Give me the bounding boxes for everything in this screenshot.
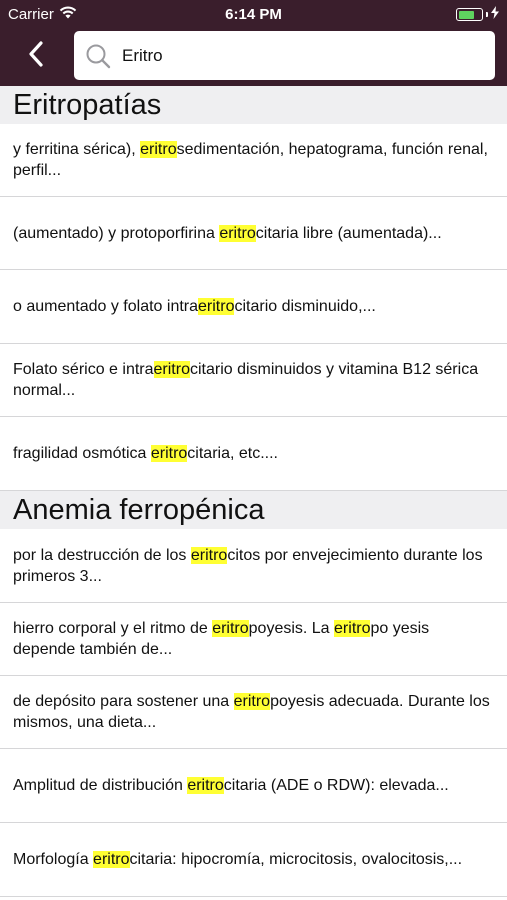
result-snippet: Amplitud de distribución eritrocitaria (…	[13, 775, 449, 796]
result-snippet: o aumentado y folato intraeritrocitario …	[13, 296, 376, 317]
snippet-text: (aumentado) y protoporfirina	[13, 224, 220, 242]
snippet-text: citaria: hipocromía, microcitosis, ovalo…	[129, 851, 463, 868]
snippet-text: de depósito para sostener una	[13, 693, 234, 710]
snippet-text: poyesis. La	[248, 620, 335, 637]
search-results: Eritropatías y ferritina sérica), eritros…	[0, 86, 507, 897]
result-row[interactable]: Folato sérico e intraeritrocitario dismi…	[0, 344, 507, 417]
search-field[interactable]: Eritro	[74, 31, 495, 80]
search-icon	[84, 42, 112, 70]
result-row[interactable]: de depósito para sostener una eritropoye…	[0, 676, 507, 749]
back-button[interactable]	[18, 38, 54, 74]
navigation-bar: Carrier 6:14 PM Eritro	[0, 0, 507, 86]
search-input[interactable]: Eritro	[122, 46, 163, 66]
battery-indicator	[456, 6, 499, 23]
search-match-highlight: eritro	[93, 851, 130, 868]
result-snippet: fragilidad osmótica eritrocitaria, etc..…	[13, 443, 278, 464]
result-snippet: Folato sérico e intraeritrocitario dismi…	[13, 359, 494, 401]
result-row[interactable]: Morfología eritrocitaria: hipocromía, mi…	[0, 823, 507, 897]
search-match-highlight: eritro	[212, 620, 249, 637]
snippet-text: hierro corporal y el ritmo de	[13, 620, 213, 637]
snippet-text: citario disminuido,...	[234, 298, 376, 315]
result-row[interactable]: y ferritina sérica), eritrosedimentación…	[0, 124, 507, 197]
snippet-text: Morfología	[13, 851, 94, 868]
section-header: Anemia ferropénica	[0, 491, 507, 529]
result-snippet: Morfología eritrocitaria: hipocromía, mi…	[13, 849, 462, 870]
chevron-left-icon	[28, 40, 44, 72]
result-row[interactable]: Amplitud de distribución eritrocitaria (…	[0, 749, 507, 823]
result-snippet: (aumentado) y protoporfirina eritrocitar…	[13, 223, 442, 244]
result-snippet: hierro corporal y el ritmo de eritropoye…	[13, 618, 494, 660]
search-match-highlight: eritro	[150, 445, 188, 462]
search-match-highlight: eritro	[233, 693, 271, 710]
search-match-highlight: eritro	[190, 546, 228, 564]
snippet-text: citaria (ADE o RDW): elevada...	[223, 777, 449, 794]
result-row[interactable]: por la destrucción de los eritrocitos po…	[0, 529, 507, 603]
search-match-highlight: eritro	[187, 777, 224, 794]
result-row[interactable]: fragilidad osmótica eritrocitaria, etc..…	[0, 417, 507, 491]
status-bar: Carrier 6:14 PM	[0, 0, 507, 28]
charging-icon	[491, 6, 499, 23]
snippet-text: y ferritina sérica),	[13, 141, 141, 158]
result-snippet: de depósito para sostener una eritropoye…	[13, 691, 494, 733]
result-snippet: y ferritina sérica), eritrosedimentación…	[13, 139, 494, 181]
search-match-highlight: eritro	[219, 224, 256, 242]
snippet-text: Amplitud de distribución	[13, 777, 188, 794]
battery-icon	[456, 8, 483, 21]
snippet-text: Folato sérico e intra	[13, 361, 154, 378]
search-match-highlight: eritro	[198, 298, 235, 315]
result-row[interactable]: (aumentado) y protoporfirina eritrocitar…	[0, 197, 507, 270]
search-match-highlight: eritro	[334, 620, 371, 637]
snippet-text: por la destrucción de los	[13, 546, 191, 564]
search-match-highlight: eritro	[153, 361, 190, 378]
snippet-text: citaria libre (aumentada)...	[255, 224, 442, 242]
status-time: 6:14 PM	[225, 6, 282, 23]
result-snippet: por la destrucción de los eritrocitos po…	[13, 545, 494, 587]
section-header: Eritropatías	[0, 86, 507, 124]
search-match-highlight: eritro	[140, 141, 177, 158]
result-row[interactable]: hierro corporal y el ritmo de eritropoye…	[0, 603, 507, 676]
snippet-text: o aumentado y folato intra	[13, 298, 199, 315]
snippet-text: citaria, etc....	[187, 445, 278, 462]
snippet-text: fragilidad osmótica	[13, 445, 151, 462]
result-row[interactable]: o aumentado y folato intraeritrocitario …	[0, 270, 507, 344]
